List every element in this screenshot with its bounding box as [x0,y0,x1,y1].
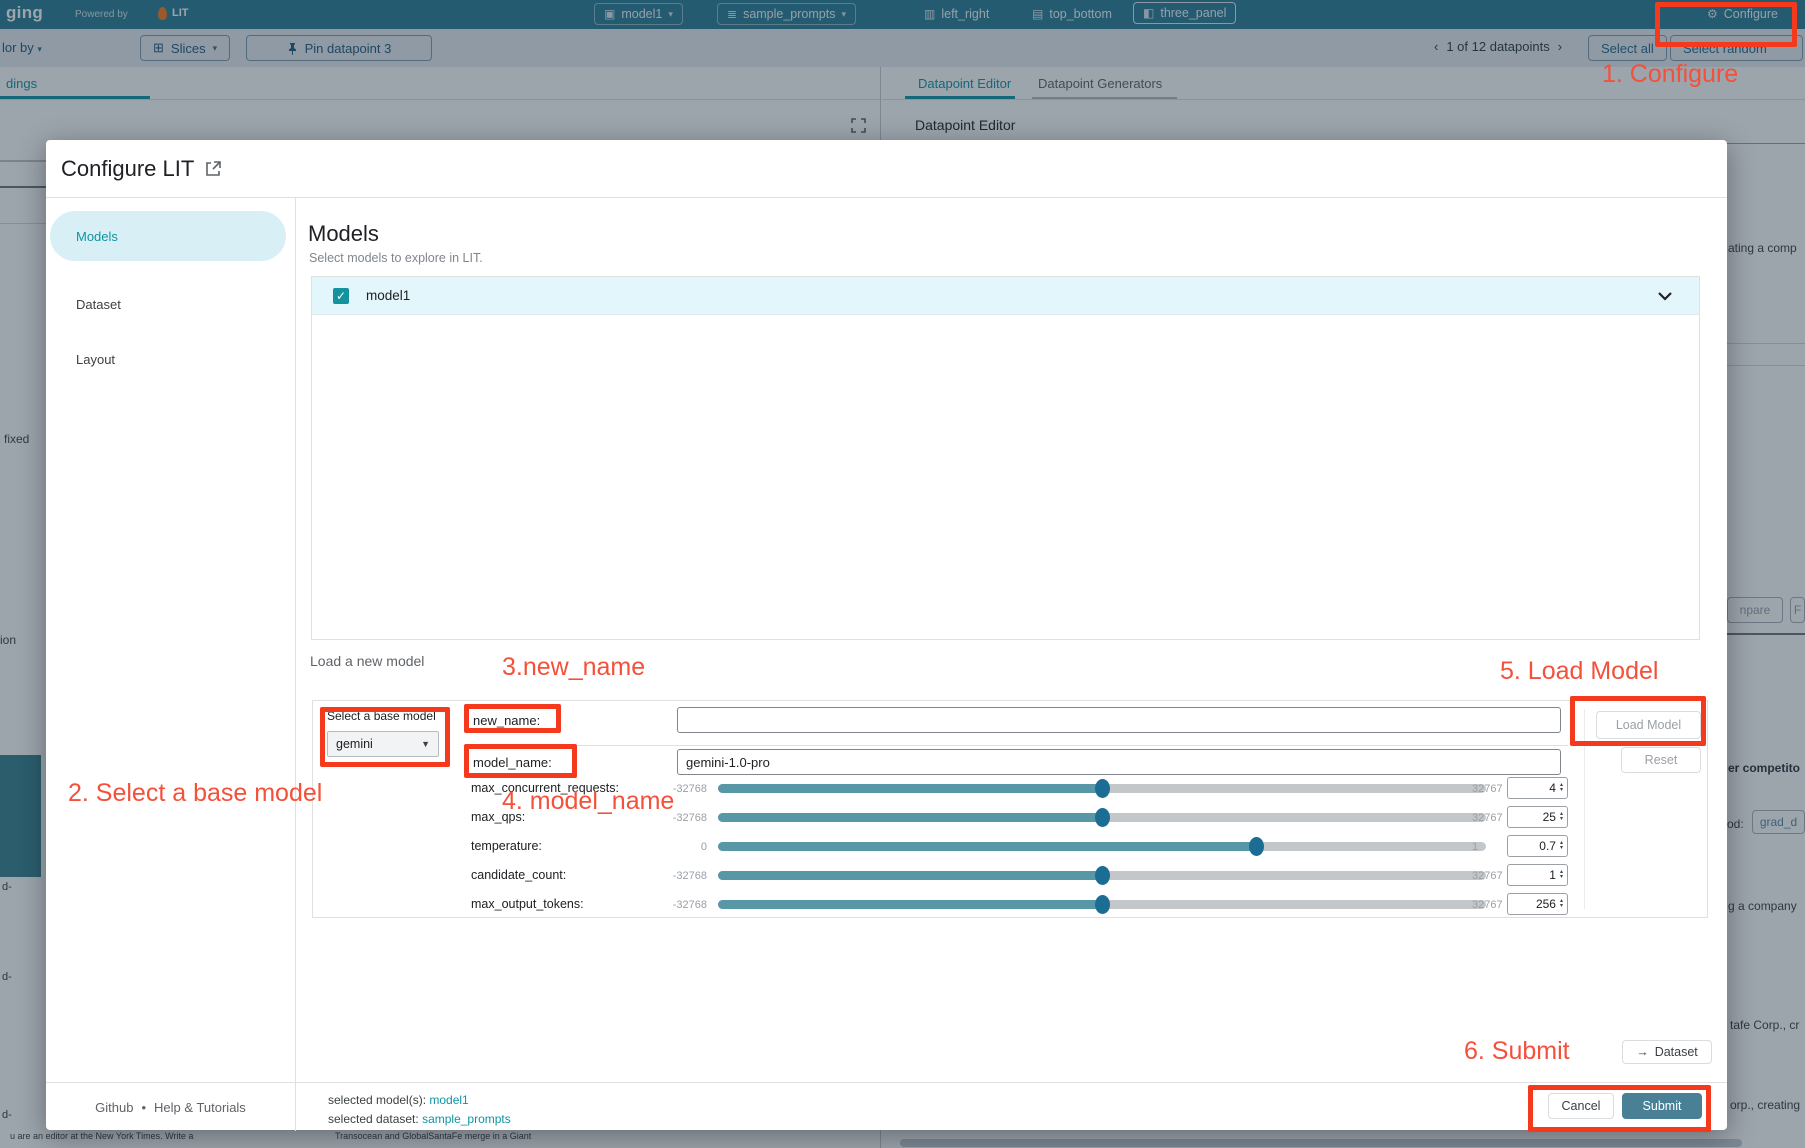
github-link[interactable]: Github [95,1100,133,1115]
model-list: ✓ model1 [311,276,1700,640]
slider-min: -32768 [635,870,707,882]
slider-thumb[interactable] [1095,866,1110,885]
load-model-form: Select a base model gemini ▼ new_name: m… [312,700,1708,918]
dialog-footer: Github • Help & Tutorials selected model… [46,1082,1727,1130]
slider-label: candidate_count: [471,868,566,882]
selected-dataset-line: selected dataset: sample_prompts [328,1112,511,1126]
slider-thumb[interactable] [1249,837,1264,856]
stepper-arrows-icon[interactable]: ▴▾ [1560,783,1563,793]
slider-row: candidate_count: -32768 32767 1▴▾ [313,863,1707,887]
slider-label: max_qps: [471,810,525,824]
stepper-arrows-icon[interactable]: ▴▾ [1560,812,1563,822]
slider-value-input[interactable]: 4▴▾ [1507,777,1568,799]
base-model-select[interactable]: gemini ▼ [327,731,439,757]
model-name-input[interactable] [677,749,1561,775]
footer-links: Github • Help & Tutorials [46,1083,296,1131]
stepper-arrows-icon[interactable]: ▴▾ [1560,899,1563,909]
model-row[interactable]: ✓ model1 [312,277,1699,315]
slider-label: max_concurrent_requests: [471,781,619,795]
sidebar-item-layout[interactable]: Layout [50,341,286,377]
stepper-arrows-icon[interactable]: ▴▾ [1560,870,1563,880]
model-name-label: model_name: [473,755,552,770]
screen: ging Powered by LIT ▣ model1 ▾ ≣ sample_… [0,0,1805,1148]
slider-min: -32768 [635,812,707,824]
dot-separator: • [141,1100,146,1115]
dialog-sidebar: Models Dataset Layout [46,198,296,1082]
base-model-label: Select a base model [327,709,436,723]
cancel-button[interactable]: Cancel [1548,1093,1614,1119]
slider-track[interactable] [718,871,1486,880]
model-checkbox[interactable]: ✓ [333,288,349,304]
slider-min: -32768 [635,899,707,911]
slider-row: max_concurrent_requests: -32768 32767 4▴… [313,776,1707,800]
open-in-new-icon[interactable] [204,160,222,178]
slider-thumb[interactable] [1095,779,1110,798]
slider-thumb[interactable] [1095,895,1110,914]
slider-max: 1 [1472,841,1506,853]
models-section-title: Models [308,221,379,247]
divider [463,745,1568,746]
slider-label: temperature: [471,839,542,853]
models-section-subtitle: Select models to explore in LIT. [309,251,483,265]
reset-button[interactable]: Reset [1621,747,1701,773]
dialog-title: Configure LIT [61,156,194,182]
submit-button[interactable]: Submit [1622,1093,1702,1119]
chevron-down-icon[interactable] [1657,291,1673,301]
slider-track[interactable] [718,900,1486,909]
slider-value-input[interactable]: 0.7▴▾ [1507,835,1568,857]
slider-value-input[interactable]: 25▴▾ [1507,806,1568,828]
slider-track[interactable] [718,813,1486,822]
slider-max: 32767 [1472,812,1506,824]
slider-row: max_qps: -32768 32767 25▴▾ [313,805,1707,829]
slider-row: temperature: 0 1 0.7▴▾ [313,834,1707,858]
dialog-content: Models Select models to explore in LIT. … [296,198,1727,1082]
dialog-header: Configure LIT [46,140,1727,198]
slider-thumb[interactable] [1095,808,1110,827]
slider-value-input[interactable]: 256▴▾ [1507,893,1568,915]
selected-dataset-link[interactable]: sample_prompts [422,1112,511,1126]
sidebar-item-models[interactable]: Models [50,211,286,261]
slider-track[interactable] [718,784,1486,793]
stepper-arrows-icon[interactable]: ▴▾ [1560,841,1563,851]
arrow-right-icon: → [1636,1045,1649,1059]
new-name-input[interactable] [677,707,1561,733]
new-name-label: new_name: [473,713,540,728]
slider-max: 32767 [1472,899,1506,911]
slider-min: -32768 [635,783,707,795]
dataset-nav-button[interactable]: → Dataset [1622,1040,1712,1064]
help-tutorials-link[interactable]: Help & Tutorials [154,1100,246,1115]
divider [1584,709,1585,909]
selected-model-link[interactable]: model1 [429,1093,468,1107]
selected-models-line: selected model(s): model1 [328,1093,469,1107]
slider-track[interactable] [718,842,1486,851]
slider-max: 32767 [1472,783,1506,795]
sidebar-item-dataset[interactable]: Dataset [50,286,286,322]
load-new-model-title: Load a new model [310,653,424,669]
slider-row: max_output_tokens: -32768 32767 256▴▾ [313,892,1707,916]
slider-value-input[interactable]: 1▴▾ [1507,864,1568,886]
slider-min: 0 [635,841,707,853]
configure-lit-dialog: Configure LIT Models Dataset Layout Mode… [46,140,1727,1130]
model-row-label: model1 [366,288,410,303]
chevron-down-icon: ▼ [421,739,430,749]
load-model-button[interactable]: Load Model [1596,711,1701,739]
slider-max: 32767 [1472,870,1506,882]
slider-label: max_output_tokens: [471,897,584,911]
